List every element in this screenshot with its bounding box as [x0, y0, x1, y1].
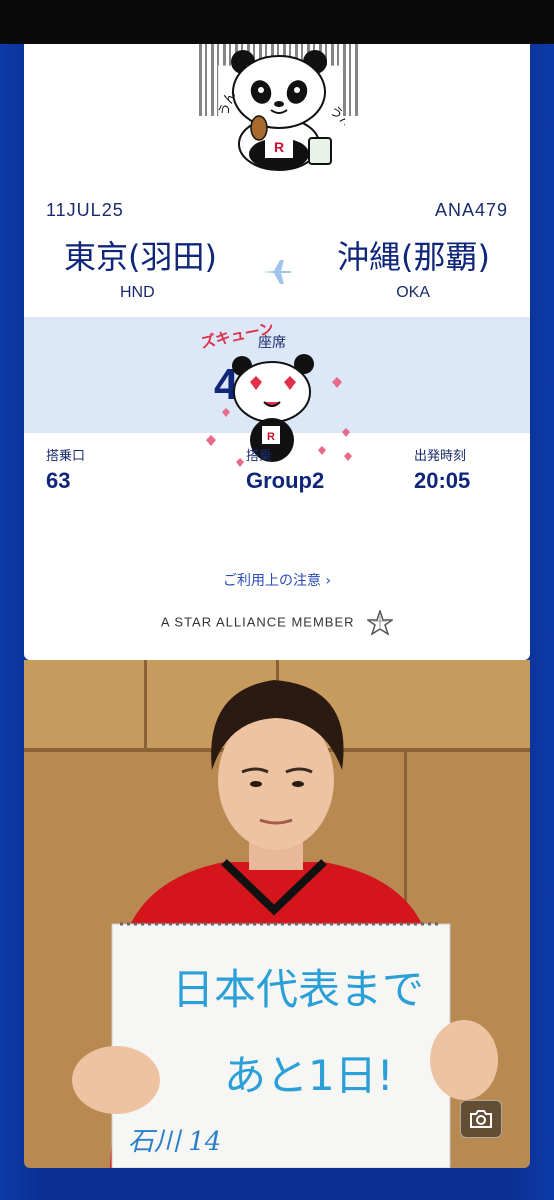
destination-code: OKA: [396, 284, 430, 301]
qr-code-area[interactable]: R うん うん: [199, 44, 359, 172]
status-bar: [0, 0, 554, 44]
departure-time-label: 出発時刻: [414, 449, 467, 464]
camera-button[interactable]: [460, 1100, 502, 1138]
boarding-group-value: Group2: [246, 468, 325, 493]
usage-notice-link[interactable]: ご利用上の注意 ›: [24, 570, 530, 590]
panda-logo: R: [274, 139, 284, 155]
plane-icon: [262, 260, 292, 284]
boarding-group-label: 搭乗: [246, 449, 273, 464]
destination-city: 沖縄(那覇): [337, 238, 490, 276]
gate-value: 63: [46, 468, 71, 493]
camera-icon: [470, 1110, 492, 1128]
star-alliance-logo-icon: [367, 610, 394, 636]
panda-text-right: うん: [326, 103, 345, 131]
origin-code: HND: [120, 284, 155, 301]
origin-city: 東京(羽田): [64, 238, 217, 276]
heart-panda-sticker: ズキューン R: [199, 322, 352, 467]
sign-signature: 石川 14: [128, 1127, 221, 1157]
player-photo: 日本代表まで あと1日! 石川 14: [24, 660, 530, 1168]
gate-label: 搭乗口: [46, 449, 86, 464]
boarding-pass-card: R うん うん 11JUL25 ANA479 東京(羽田) 沖縄(那覇) HND…: [24, 44, 530, 660]
sign-line-1: 日本代表まで: [172, 965, 424, 1014]
departure-time-value: 20:05: [414, 468, 471, 493]
panda-heart-text: ズキューン: [199, 322, 275, 352]
sign-line-2: あと1日!: [224, 1051, 394, 1100]
flight-date: 11JUL25: [46, 200, 124, 220]
star-alliance-text: A STAR ALLIANCE MEMBER: [160, 614, 355, 630]
panda-sticker: R うん うん: [216, 50, 345, 171]
svg-text:R: R: [267, 431, 275, 443]
star-alliance-footer: A STAR ALLIANCE MEMBER: [24, 610, 530, 636]
flight-number: ANA479: [434, 200, 508, 220]
